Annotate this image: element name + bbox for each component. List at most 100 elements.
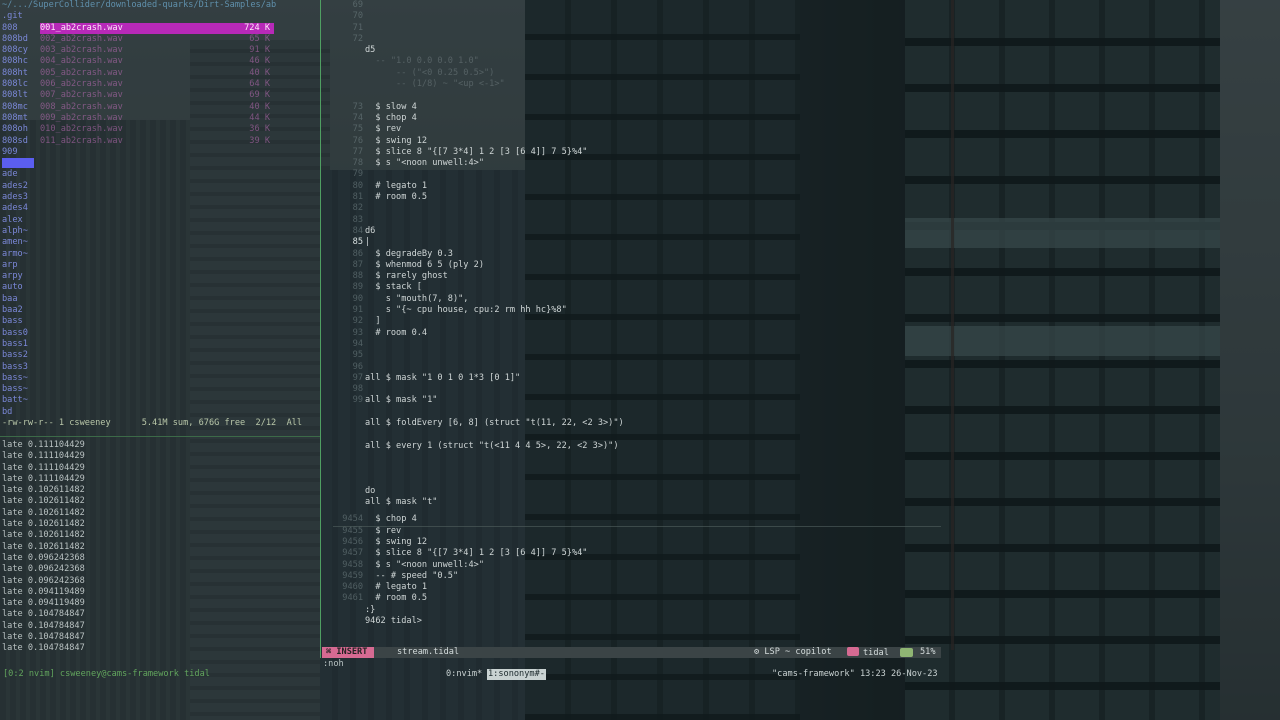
code-text[interactable]: $ degradeBy 0.3 xyxy=(365,249,453,259)
file-browser-list[interactable]: .git 808 001_ab2crash.wav 724 K 808bd 002_ab2… xyxy=(2,11,318,418)
code-text[interactable]: $ slow 4 xyxy=(365,102,416,112)
file-browser-row[interactable]: arpy xyxy=(2,271,318,282)
directory-name[interactable]: 808hc xyxy=(2,56,38,67)
code-line[interactable]: 92 ] xyxy=(333,316,943,327)
file-browser-row[interactable]: ades2 xyxy=(2,181,318,192)
code-text[interactable]: $ rarely ghost xyxy=(365,271,447,281)
directory-name[interactable]: bass3 xyxy=(2,362,38,373)
file-name[interactable]: 007_ab2crash.wav xyxy=(40,90,123,101)
code-line[interactable]: 98 xyxy=(333,384,943,395)
file-browser-row[interactable]: baa xyxy=(2,294,318,305)
directory-name[interactable]: bass~ xyxy=(2,373,38,384)
code-line[interactable]: 91 s "{~ cpu house, cpu:2 rm hh hc}%8" xyxy=(333,305,943,316)
code-line[interactable]: 82 xyxy=(333,203,943,214)
file-browser-row[interactable]: 808mt 009_ab2crash.wav 44 K xyxy=(2,113,318,124)
code-text[interactable]: -- "1.0 0.0 0.0 1.0" xyxy=(365,56,478,66)
file-browser-row[interactable]: bass0 xyxy=(2,328,318,339)
directory-name[interactable]: ades3 xyxy=(2,192,38,203)
file-browser-row[interactable]: arp xyxy=(2,260,318,271)
directory-name[interactable]: 808cy xyxy=(2,45,38,56)
pane-separator-vertical[interactable] xyxy=(320,0,321,658)
file-browser-row[interactable]: bd xyxy=(2,407,318,418)
directory-name[interactable]: armo~ xyxy=(2,249,38,260)
file-browser-row[interactable] xyxy=(2,158,318,169)
file-browser-row[interactable]: bass3 xyxy=(2,362,318,373)
code-line[interactable] xyxy=(333,407,943,418)
directory-name[interactable]: 808bd xyxy=(2,34,38,45)
code-text[interactable]: $ stack [ xyxy=(365,282,422,292)
file-browser-row[interactable]: 808ht 005_ab2crash.wav 40 K xyxy=(2,68,318,79)
file-name[interactable]: 005_ab2crash.wav xyxy=(40,68,123,79)
directory-name[interactable]: amen~ xyxy=(2,237,38,248)
code-line[interactable]: 83 xyxy=(333,215,943,226)
code-buffer[interactable]: 69 70 71 72 d5 -- "1.0 0.0 0.0 1.0" -- ("<0 … xyxy=(333,0,943,508)
pane-separator-horizontal[interactable] xyxy=(0,436,320,437)
file-browser-row[interactable]: bass1 xyxy=(2,339,318,350)
code-line[interactable]: 89 $ stack [ xyxy=(333,282,943,293)
code-line[interactable]: 88 $ rarely ghost xyxy=(333,271,943,282)
code-text[interactable]: $ chop 4 xyxy=(365,113,416,123)
code-text[interactable]: all $ mask "1" xyxy=(365,395,437,405)
code-text[interactable]: $ s "<noon unwell:4>" xyxy=(365,158,484,168)
directory-name[interactable]: 808sd xyxy=(2,136,38,147)
file-name[interactable]: 004_ab2crash.wav xyxy=(40,56,123,67)
directory-name[interactable]: bd xyxy=(2,407,38,418)
code-line[interactable]: 96 xyxy=(333,362,943,373)
code-line[interactable]: 90 s "mouth(7, 8)", xyxy=(333,294,943,305)
directory-name[interactable]: 808 xyxy=(2,23,38,34)
code-line[interactable]: -- ("<0 0.25 0.5>") xyxy=(333,68,943,79)
file-browser-row[interactable]: bass~ xyxy=(2,373,318,384)
file-name[interactable]: 008_ab2crash.wav xyxy=(40,102,123,113)
command-line[interactable]: :noh xyxy=(323,659,344,670)
code-text[interactable]: s "{~ cpu house, cpu:2 rm hh hc}%8" xyxy=(365,305,567,315)
code-line[interactable]: 72 xyxy=(333,34,943,45)
directory-name[interactable]: .git xyxy=(2,11,38,22)
file-browser-pane[interactable]: ~/.../SuperCollider/downloaded-quarks/Di… xyxy=(2,0,318,434)
code-line[interactable]: 69 xyxy=(333,0,943,11)
code-line[interactable]: -- (1/8) ~ "<up <-1>" xyxy=(333,79,943,90)
tmux-window-0[interactable]: 0:nvim* xyxy=(446,669,482,680)
file-name[interactable]: 011_ab2crash.wav xyxy=(40,136,123,147)
directory-name[interactable]: ades4 xyxy=(2,203,38,214)
directory-name[interactable]: auto xyxy=(2,282,38,293)
code-text[interactable]: all $ mask "t" xyxy=(365,497,437,507)
code-text[interactable]: -- (1/8) ~ "<up <-1>" xyxy=(365,79,505,89)
directory-name[interactable]: 808mt xyxy=(2,113,38,124)
directory-name[interactable]: 909 xyxy=(2,147,38,158)
file-browser-row[interactable]: bass2 xyxy=(2,350,318,361)
code-line[interactable]: 70 xyxy=(333,11,943,22)
code-text[interactable]: $ whenmod 6 5 (ply 2) xyxy=(365,260,484,270)
directory-name[interactable]: arpy xyxy=(2,271,38,282)
file-browser-row[interactable]: .git xyxy=(2,11,318,22)
file-browser-row[interactable]: bass~ xyxy=(2,384,318,395)
file-browser-row[interactable]: batt~ xyxy=(2,395,318,406)
directory-name[interactable]: 808mc xyxy=(2,102,38,113)
file-browser-row[interactable]: 909 xyxy=(2,147,318,158)
directory-name[interactable]: ade xyxy=(2,169,38,180)
file-name[interactable]: 003_ab2crash.wav xyxy=(40,45,123,56)
code-text[interactable]: # room 0.5 xyxy=(365,192,427,202)
code-line[interactable]: all $ foldEvery [6, 8] (struct "t(11, 22… xyxy=(333,418,943,429)
file-browser-row[interactable]: 808lc 006_ab2crash.wav 64 K xyxy=(2,79,318,90)
file-browser-row[interactable]: armo~ xyxy=(2,249,318,260)
code-text[interactable]: d5 xyxy=(365,45,375,55)
directory-name[interactable]: bass xyxy=(2,316,38,327)
file-browser-row[interactable]: 808mc 008_ab2crash.wav 40 K xyxy=(2,102,318,113)
code-line[interactable]: 76 $ swing 12 xyxy=(333,136,943,147)
code-line[interactable] xyxy=(333,429,943,440)
directory-name[interactable]: baa2 xyxy=(2,305,38,316)
code-line[interactable]: 73 $ slow 4 xyxy=(333,102,943,113)
code-line[interactable]: 94 xyxy=(333,339,943,350)
code-line[interactable]: 97 all $ mask "1 0 1 0 1*3 [0 1]" xyxy=(333,373,943,384)
code-line[interactable]: 81 # room 0.5 xyxy=(333,192,943,203)
code-text[interactable]: all $ foldEvery [6, 8] (struct "t(11, 22… xyxy=(365,418,624,428)
file-browser-row[interactable]: alex xyxy=(2,215,318,226)
file-browser-row[interactable]: ades4 xyxy=(2,203,318,214)
file-browser-row[interactable]: 808 001_ab2crash.wav 724 K xyxy=(2,22,318,34)
code-text[interactable]: # legato 1 xyxy=(365,181,427,191)
code-line[interactable]: 86 $ degradeBy 0.3 xyxy=(333,249,943,260)
code-line[interactable] xyxy=(333,463,943,474)
file-name[interactable]: 009_ab2crash.wav xyxy=(40,113,123,124)
code-line[interactable]: -- "1.0 0.0 0.0 1.0" xyxy=(333,56,943,67)
code-text[interactable]: $ slice 8 "{[7 3*4] 1 2 [3 [6 4]] 7 5}%4… xyxy=(365,147,587,157)
